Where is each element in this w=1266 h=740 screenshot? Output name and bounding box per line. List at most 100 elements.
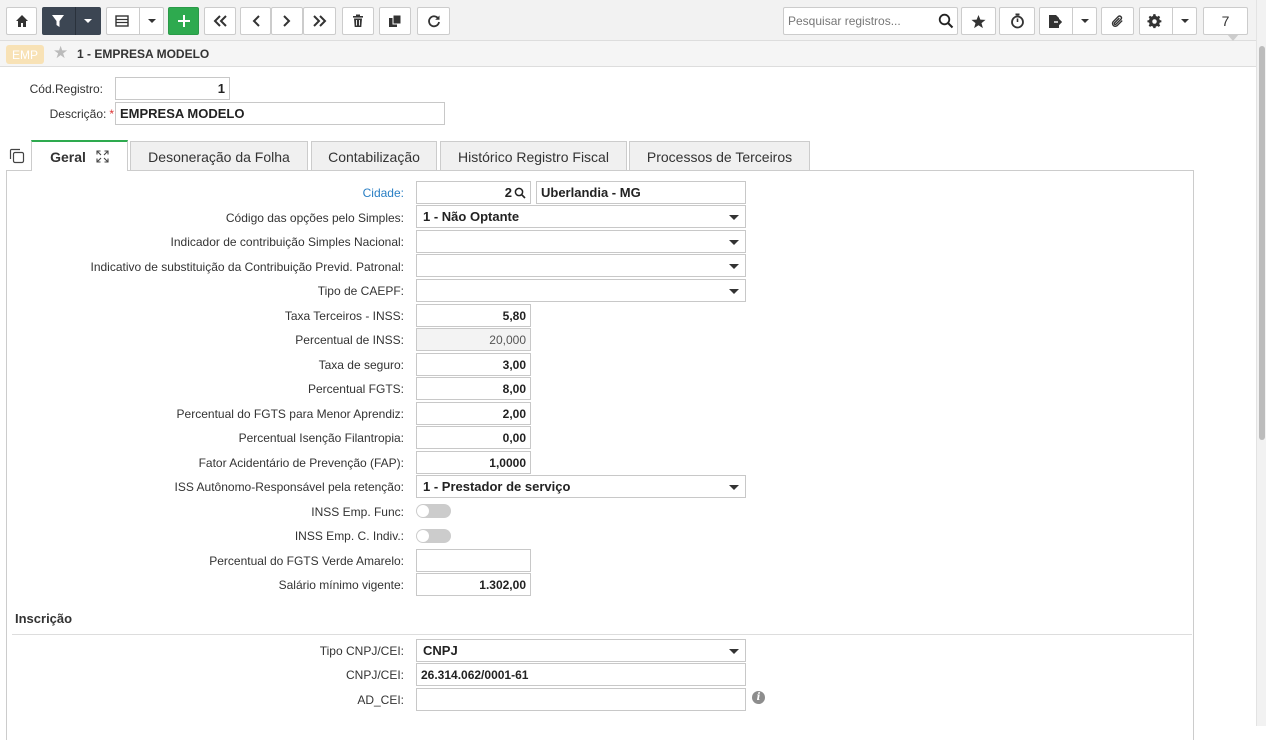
copy-tabs-icon[interactable] xyxy=(9,148,25,164)
info-icon[interactable]: i xyxy=(752,691,765,704)
fgts-menor-field[interactable]: 2,00 xyxy=(416,402,531,425)
star-icon xyxy=(971,14,986,28)
perc-inss-label: Percentual de INSS: xyxy=(295,333,404,347)
caepf-label: Tipo de CAEPF: xyxy=(317,284,404,298)
expand-icon[interactable] xyxy=(96,150,109,163)
cidade-code-field[interactable]: 2 xyxy=(416,181,531,204)
copy-icon xyxy=(389,14,402,27)
last-record-button[interactable] xyxy=(303,7,336,35)
tab-label: Geral xyxy=(50,148,86,165)
paperclip-icon xyxy=(1111,14,1123,27)
cod-registro-field[interactable]: 1 xyxy=(115,77,230,100)
iss-select[interactable]: 1 - Prestador de serviço xyxy=(416,475,746,498)
attachments-button[interactable] xyxy=(1101,7,1134,35)
page-title: 1 - EMPRESA MODELO xyxy=(77,47,210,61)
refresh-button[interactable] xyxy=(417,7,450,35)
ad-cei-label: AD_CEI: xyxy=(357,693,404,707)
tab-contabilizacao[interactable]: Contabilização xyxy=(311,141,437,171)
home-button[interactable] xyxy=(6,7,37,35)
simples-selected: 1 - Não Optante xyxy=(423,209,520,224)
fgts-verde-field[interactable] xyxy=(416,549,531,572)
next-record-button[interactable] xyxy=(271,7,303,35)
descricao-field[interactable]: EMPRESA MODELO xyxy=(115,102,445,125)
tab-bar: Geral Desoneração da Folha Contabilizaçã… xyxy=(0,140,1256,171)
iss-label: ISS Autônomo-Responsável pela retenção: xyxy=(174,480,404,494)
scrollbar-thumb[interactable] xyxy=(1259,46,1265,440)
descricao-label: Descrição: * xyxy=(0,107,114,121)
isencao-field[interactable]: 0,00 xyxy=(416,426,531,449)
search-icon[interactable] xyxy=(514,187,526,199)
cidade-name-field: Uberlandia - MG xyxy=(536,181,746,204)
timer-button[interactable] xyxy=(999,7,1035,35)
table-icon xyxy=(114,15,129,27)
tab-geral[interactable]: Geral xyxy=(31,140,128,171)
plus-icon xyxy=(177,15,190,27)
divider xyxy=(1172,7,1173,35)
chevron-down-icon xyxy=(1181,19,1189,23)
divider xyxy=(138,7,140,35)
page-scrollbar[interactable] xyxy=(1256,0,1266,726)
cidade-label[interactable]: Cidade: xyxy=(0,186,404,200)
chevron-down-icon xyxy=(84,19,92,23)
inscricao-section-title: Inscrição xyxy=(15,611,73,626)
settings-button[interactable] xyxy=(1139,7,1197,35)
perc-fgts-field[interactable]: 8,00 xyxy=(416,377,531,400)
tipo-cnpj-label: Tipo CNPJ/CEI: xyxy=(319,644,404,658)
taxa-seguro-field[interactable]: 3,00 xyxy=(416,353,531,376)
favorite-star-icon[interactable]: ★ xyxy=(53,43,68,63)
inss-cind-toggle[interactable] xyxy=(416,529,451,543)
favorites-button[interactable] xyxy=(961,7,996,35)
simples-label: Código das opções pelo Simples: xyxy=(225,211,404,225)
perc-fgts-label: Percentual FGTS: xyxy=(307,382,404,396)
inss-func-toggle[interactable] xyxy=(416,504,451,518)
substituicao-label: Indicativo de substituição da Contribuiç… xyxy=(90,260,404,274)
refresh-icon xyxy=(427,15,440,28)
grid-view-button[interactable] xyxy=(106,7,164,35)
fgts-verde-label: Percentual do FGTS Verde Amarelo: xyxy=(209,554,404,568)
chevron-down-icon xyxy=(1080,19,1089,23)
ind-simples-label: Indicador de contribuição Simples Nacion… xyxy=(170,235,404,249)
reports-button[interactable] xyxy=(1039,7,1097,35)
tab-desoneracao[interactable]: Desoneração da Folha xyxy=(130,141,308,171)
substituicao-select[interactable] xyxy=(416,254,746,277)
chevron-left-icon xyxy=(252,15,260,27)
chevron-down-icon xyxy=(729,649,739,654)
search-box xyxy=(783,7,958,35)
home-icon xyxy=(15,15,28,27)
chevron-right-icon xyxy=(283,15,291,27)
duplicate-button[interactable] xyxy=(379,7,411,35)
cnpj-label: CNPJ/CEI: xyxy=(345,668,404,682)
divider xyxy=(75,7,76,35)
inss-cind-label: INSS Emp. C. Indiv.: xyxy=(294,529,404,543)
taxa-terceiros-field[interactable]: 5,80 xyxy=(416,304,531,327)
tipo-cnpj-select[interactable]: CNPJ xyxy=(416,639,746,662)
caepf-select[interactable] xyxy=(416,279,746,302)
simples-select[interactable]: 1 - Não Optante xyxy=(416,205,746,228)
chevron-down-icon xyxy=(729,289,739,294)
add-record-button[interactable] xyxy=(168,7,199,35)
filter-icon xyxy=(52,15,64,27)
record-count: 7 xyxy=(1203,7,1248,41)
fap-field[interactable]: 1,0000 xyxy=(416,451,531,474)
tab-processos-terceiros[interactable]: Processos de Terceiros xyxy=(629,141,810,171)
stopwatch-icon xyxy=(1010,13,1024,29)
previous-record-button[interactable] xyxy=(240,7,271,35)
tab-historico-registro-fiscal[interactable]: Histórico Registro Fiscal xyxy=(440,141,627,171)
required-asterisk: * xyxy=(109,107,114,121)
filter-button[interactable] xyxy=(42,7,101,35)
descricao-label-text: Descrição: xyxy=(49,107,107,121)
trash-icon xyxy=(353,14,363,27)
entity-badge: EMP xyxy=(6,45,44,64)
breadcrumb: EMP ★ 1 - EMPRESA MODELO xyxy=(0,41,1256,67)
ad-cei-field[interactable] xyxy=(416,688,746,711)
search-input[interactable] xyxy=(784,8,934,34)
salario-field[interactable]: 1.302,00 xyxy=(416,573,531,596)
search-icon[interactable] xyxy=(938,13,954,29)
first-record-button[interactable] xyxy=(204,7,236,35)
cidade-code-value: 2 xyxy=(504,185,512,200)
inss-func-label: INSS Emp. Func: xyxy=(311,505,404,519)
ind-simples-select[interactable] xyxy=(416,230,746,253)
document-export-icon xyxy=(1048,14,1062,28)
delete-button[interactable] xyxy=(342,7,374,35)
cnpj-field[interactable]: 26.314.062/0001-61 xyxy=(416,663,746,686)
